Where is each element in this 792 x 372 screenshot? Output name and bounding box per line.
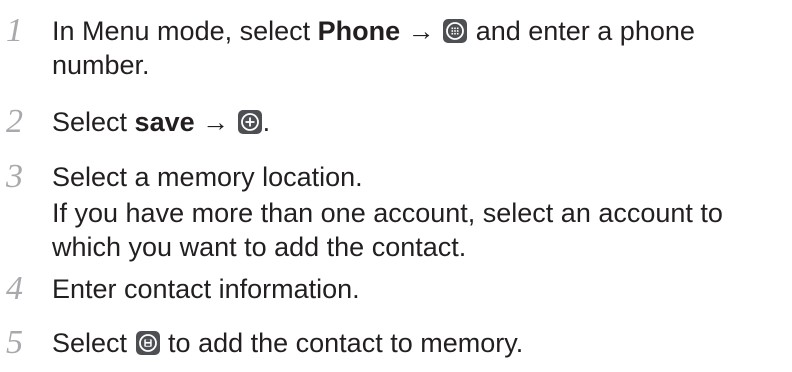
- step-text-before: In Menu mode, select: [52, 16, 318, 46]
- phone-label: Phone: [317, 16, 401, 46]
- step-number: 2: [6, 103, 23, 140]
- step-text: Select to add the contact to memory.: [52, 326, 523, 360]
- step-number: 4: [6, 270, 23, 307]
- keypad-icon: [443, 19, 468, 43]
- arrow: →: [407, 16, 435, 46]
- step-text: Select a memory location.: [52, 162, 363, 192]
- step-number: 5: [6, 324, 23, 361]
- step-text-after: .: [262, 107, 271, 137]
- step-text: Select save → .: [52, 105, 270, 139]
- save-label: save: [134, 107, 195, 137]
- step-note-line-2: which you want to add the contact.: [52, 232, 467, 262]
- save-icon: [135, 331, 160, 355]
- step-text-before: Select: [52, 107, 135, 137]
- manual-page: { "steps": [ { "number": "1", "text_befo…: [0, 0, 792, 372]
- step-number: 3: [6, 158, 23, 195]
- step-text-after: to add the contact to memory.: [160, 328, 524, 358]
- step-text-before: Select: [52, 328, 135, 358]
- step-text-continuation: number.: [52, 50, 150, 80]
- step-text: In Menu mode, select Phone → and enter a…: [52, 14, 695, 48]
- step-text: Enter contact information.: [52, 274, 360, 304]
- arrow: →: [202, 107, 230, 137]
- add-icon: [237, 110, 262, 134]
- step-number: 1: [6, 12, 23, 49]
- step-note-line-1: If you have more than one account, selec…: [52, 198, 723, 228]
- step-text-after: and enter a phone: [468, 16, 695, 46]
